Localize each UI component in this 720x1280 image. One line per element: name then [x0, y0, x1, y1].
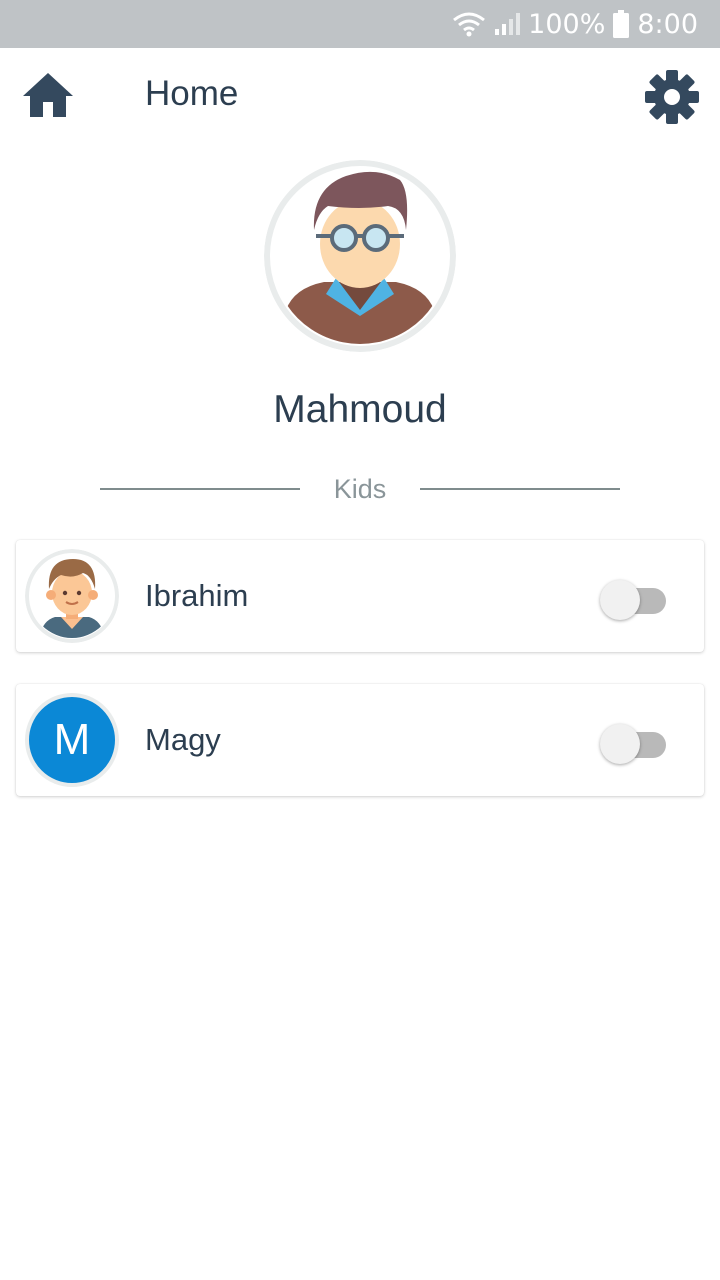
kid-avatar: [25, 549, 119, 643]
wifi-icon: [452, 11, 486, 37]
kid-card-ibrahim[interactable]: Ibrahim: [16, 540, 704, 652]
gear-icon: [644, 70, 700, 129]
profile-name: Mahmoud: [273, 388, 447, 431]
battery-icon: [613, 10, 630, 38]
toggle-thumb: [600, 580, 640, 620]
kid-name: Magy: [145, 722, 221, 757]
battery-percent: 100%: [528, 8, 606, 40]
boy-avatar: [25, 549, 119, 643]
man-with-glasses-avatar: [264, 160, 456, 352]
toggle-thumb: [600, 724, 640, 764]
page-title: Home: [145, 74, 239, 113]
kid-avatar-letter: M: [25, 693, 119, 787]
settings-button[interactable]: [644, 69, 700, 125]
kid-name: Ibrahim: [145, 578, 249, 613]
kid-enabled-toggle[interactable]: [600, 576, 668, 620]
clock: 8:00: [637, 8, 698, 40]
divider-line-right: [420, 488, 620, 490]
status-bar: 100% 8:00: [0, 0, 720, 48]
home-button[interactable]: [20, 70, 76, 122]
profile-avatar[interactable]: [264, 160, 456, 352]
kid-card-magy[interactable]: M Magy: [16, 684, 704, 796]
kid-enabled-toggle[interactable]: [600, 720, 668, 764]
app-bar: Home: [0, 48, 720, 148]
signal-icon: [494, 11, 521, 37]
kids-section-divider: Kids: [100, 470, 620, 510]
home-icon: [20, 73, 76, 126]
